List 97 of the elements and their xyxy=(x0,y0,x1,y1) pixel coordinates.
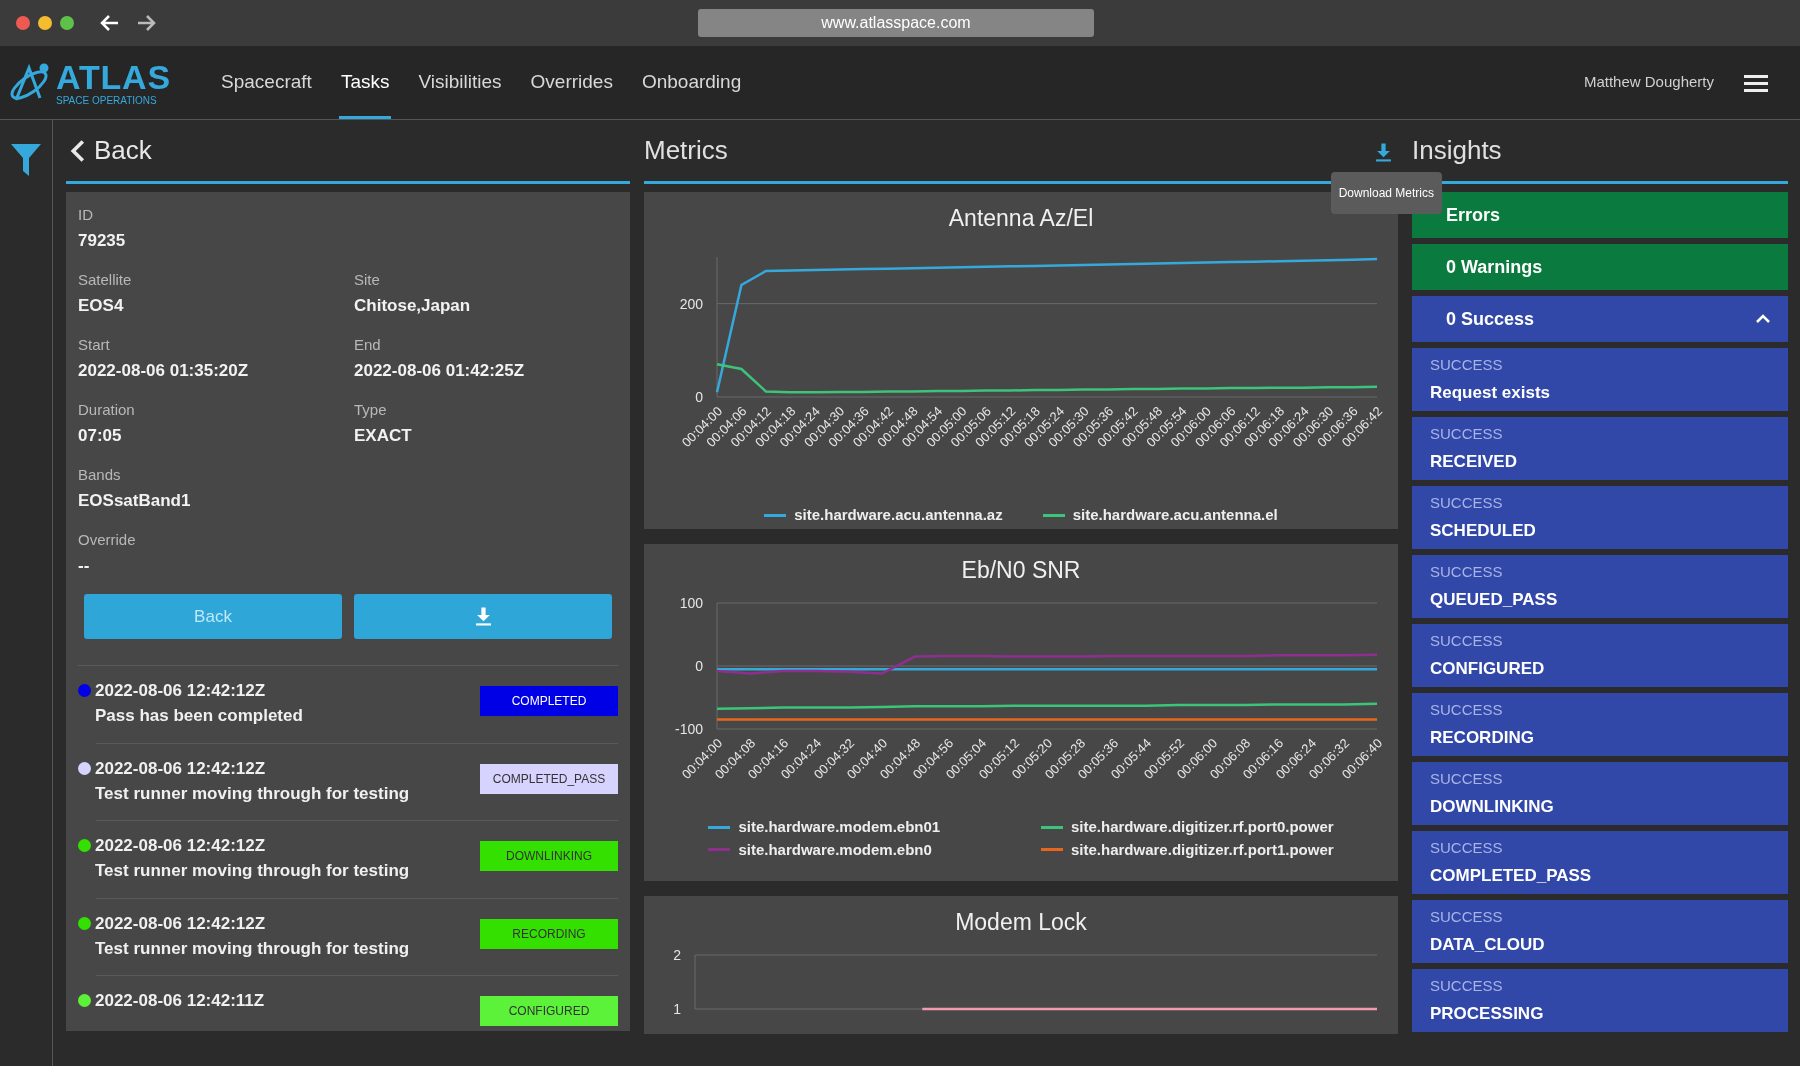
field-label: Start xyxy=(78,336,111,355)
insight-kind: SUCCESS xyxy=(1430,631,1504,651)
legend-swatch xyxy=(708,848,731,852)
insight-title: RECEIVED xyxy=(1430,450,1518,473)
chart-title: Eb/N0 SNR xyxy=(961,556,1081,584)
section-title: Metrics xyxy=(644,134,728,167)
nav-tab[interactable]: Visibilities xyxy=(416,46,504,119)
insight-kind: SUCCESS xyxy=(1430,907,1504,927)
field-label: End xyxy=(354,336,382,355)
event-message: Pass has been completed xyxy=(95,705,304,727)
axis-label: 0 xyxy=(695,658,703,674)
field-value: 2022-08-06 01:42:25Z xyxy=(354,359,526,381)
nav-tab[interactable]: Spacecraft xyxy=(219,46,314,119)
legend-swatch xyxy=(1041,825,1063,829)
status-badge: COMPLETED xyxy=(480,686,618,716)
field-label: Override xyxy=(78,531,137,550)
logo-title: ATLAS xyxy=(56,59,172,94)
field-label: Type xyxy=(354,401,388,420)
status-badge: DOWNLINKING xyxy=(480,841,618,871)
close-window-icon[interactable] xyxy=(16,16,30,30)
field-label: Satellite xyxy=(78,271,133,290)
insight-title: CONFIGURED xyxy=(1430,657,1546,680)
legend-label: site.hardware.acu.antenna.el xyxy=(1072,505,1278,525)
download-metrics-button[interactable] xyxy=(1375,141,1392,164)
field-value: EOS4 xyxy=(78,294,125,316)
legend-swatch xyxy=(764,513,787,517)
legend-swatch xyxy=(1041,848,1063,852)
insight-title: PROCESSING xyxy=(1430,1002,1545,1025)
event-time: 2022-08-06 12:42:12Z xyxy=(95,912,266,934)
back-link[interactable]: Back xyxy=(70,131,152,170)
insight-kind: SUCCESS xyxy=(1430,700,1504,720)
insight-kind: SUCCESS xyxy=(1430,976,1504,996)
section-title: Insights xyxy=(1412,134,1502,167)
insight-kind: SUCCESS xyxy=(1430,493,1504,513)
axis-label: 200 xyxy=(679,295,703,312)
insight-title: QUEUED_PASS xyxy=(1430,588,1559,611)
legend-label: site.hardware.modem.ebn01 xyxy=(738,817,941,837)
insight-title: SCHEDULED xyxy=(1430,519,1537,542)
nav-tab[interactable]: Tasks xyxy=(338,46,392,119)
status-badge: CONFIGURED xyxy=(480,996,618,1026)
insight-title: DOWNLINKING xyxy=(1430,795,1555,818)
chart-title: Modem Lock xyxy=(955,908,1087,936)
nav-tab[interactable]: Overrides xyxy=(528,46,615,119)
status-badge: COMPLETED_PASS xyxy=(480,763,618,794)
chart-title: Antenna Az/El xyxy=(948,204,1094,232)
axis-label: 1 xyxy=(673,1001,681,1017)
legend-swatch xyxy=(1042,513,1065,517)
event-time: 2022-08-06 12:42:11Z xyxy=(95,990,265,1012)
event-time: 2022-08-06 12:42:12Z xyxy=(95,757,266,779)
address-bar[interactable]: www.atlasspace.com xyxy=(698,9,1094,37)
field-value: 79235 xyxy=(78,229,127,251)
legend-label: site.hardware.modem.ebn0 xyxy=(738,839,932,860)
legend-label: site.hardware.digitizer.rf.port1.power xyxy=(1071,839,1334,860)
field-label: Bands xyxy=(78,466,122,485)
insight-title: COMPLETED_PASS xyxy=(1430,864,1593,887)
insight-title: RECORDING xyxy=(1430,726,1535,749)
field-value: EXACT xyxy=(354,424,413,446)
insight-summary[interactable]: 0 Warnings xyxy=(1412,244,1788,290)
axis-label: 100 xyxy=(679,595,703,611)
status-badge: RECORDING xyxy=(480,918,618,949)
nav-tab[interactable]: Onboarding xyxy=(639,46,744,119)
event-time: 2022-08-06 12:42:12Z xyxy=(95,835,266,857)
event-message: Test runner moving through for testing xyxy=(95,782,411,804)
field-value: 2022-08-06 01:35:20Z xyxy=(78,359,250,381)
field-label: Duration xyxy=(78,401,136,420)
insight-kind: SUCCESS xyxy=(1430,838,1504,858)
legend-swatch xyxy=(708,825,731,829)
axis-label: -100 xyxy=(674,721,703,737)
field-value: Chitose,Japan xyxy=(354,294,472,316)
legend-label: site.hardware.acu.antenna.az xyxy=(794,505,1003,525)
tooltip: Download Metrics xyxy=(1330,172,1442,214)
insight-summary[interactable]: 0 Success xyxy=(1412,296,1788,342)
insight-kind: SUCCESS xyxy=(1430,424,1504,444)
insight-title: DATA_CLOUD xyxy=(1430,933,1546,956)
field-value: EOSsatBand1 xyxy=(78,489,192,511)
insight-kind: SUCCESS xyxy=(1430,355,1504,375)
logo-subtitle: SPACE OPERATIONS xyxy=(56,95,158,106)
axis-label: 2 xyxy=(673,947,681,963)
insight-title: Request exists xyxy=(1430,381,1551,404)
field-label: Site xyxy=(354,271,381,290)
insight-kind: SUCCESS xyxy=(1430,562,1504,582)
download-icon xyxy=(1375,141,1392,164)
axis-label: 0 xyxy=(695,389,703,405)
minimize-window-icon[interactable] xyxy=(38,16,52,30)
field-value: 07:05 xyxy=(78,424,123,446)
user-name: Matthew Dougherty xyxy=(1583,72,1714,93)
event-message: Test runner moving through for testing xyxy=(95,860,411,882)
field-label: ID xyxy=(78,206,94,225)
field-value: -- xyxy=(78,554,91,576)
filter-icon[interactable] xyxy=(11,144,41,176)
insight-kind: SUCCESS xyxy=(1430,769,1504,789)
legend-label: site.hardware.digitizer.rf.port0.power xyxy=(1071,817,1334,837)
event-message: Test runner moving through for testing xyxy=(95,937,411,959)
maximize-window-icon[interactable] xyxy=(60,16,74,30)
download-icon xyxy=(474,606,492,627)
chevron-left-icon xyxy=(70,138,86,163)
event-time: 2022-08-06 12:42:12Z xyxy=(95,680,266,702)
